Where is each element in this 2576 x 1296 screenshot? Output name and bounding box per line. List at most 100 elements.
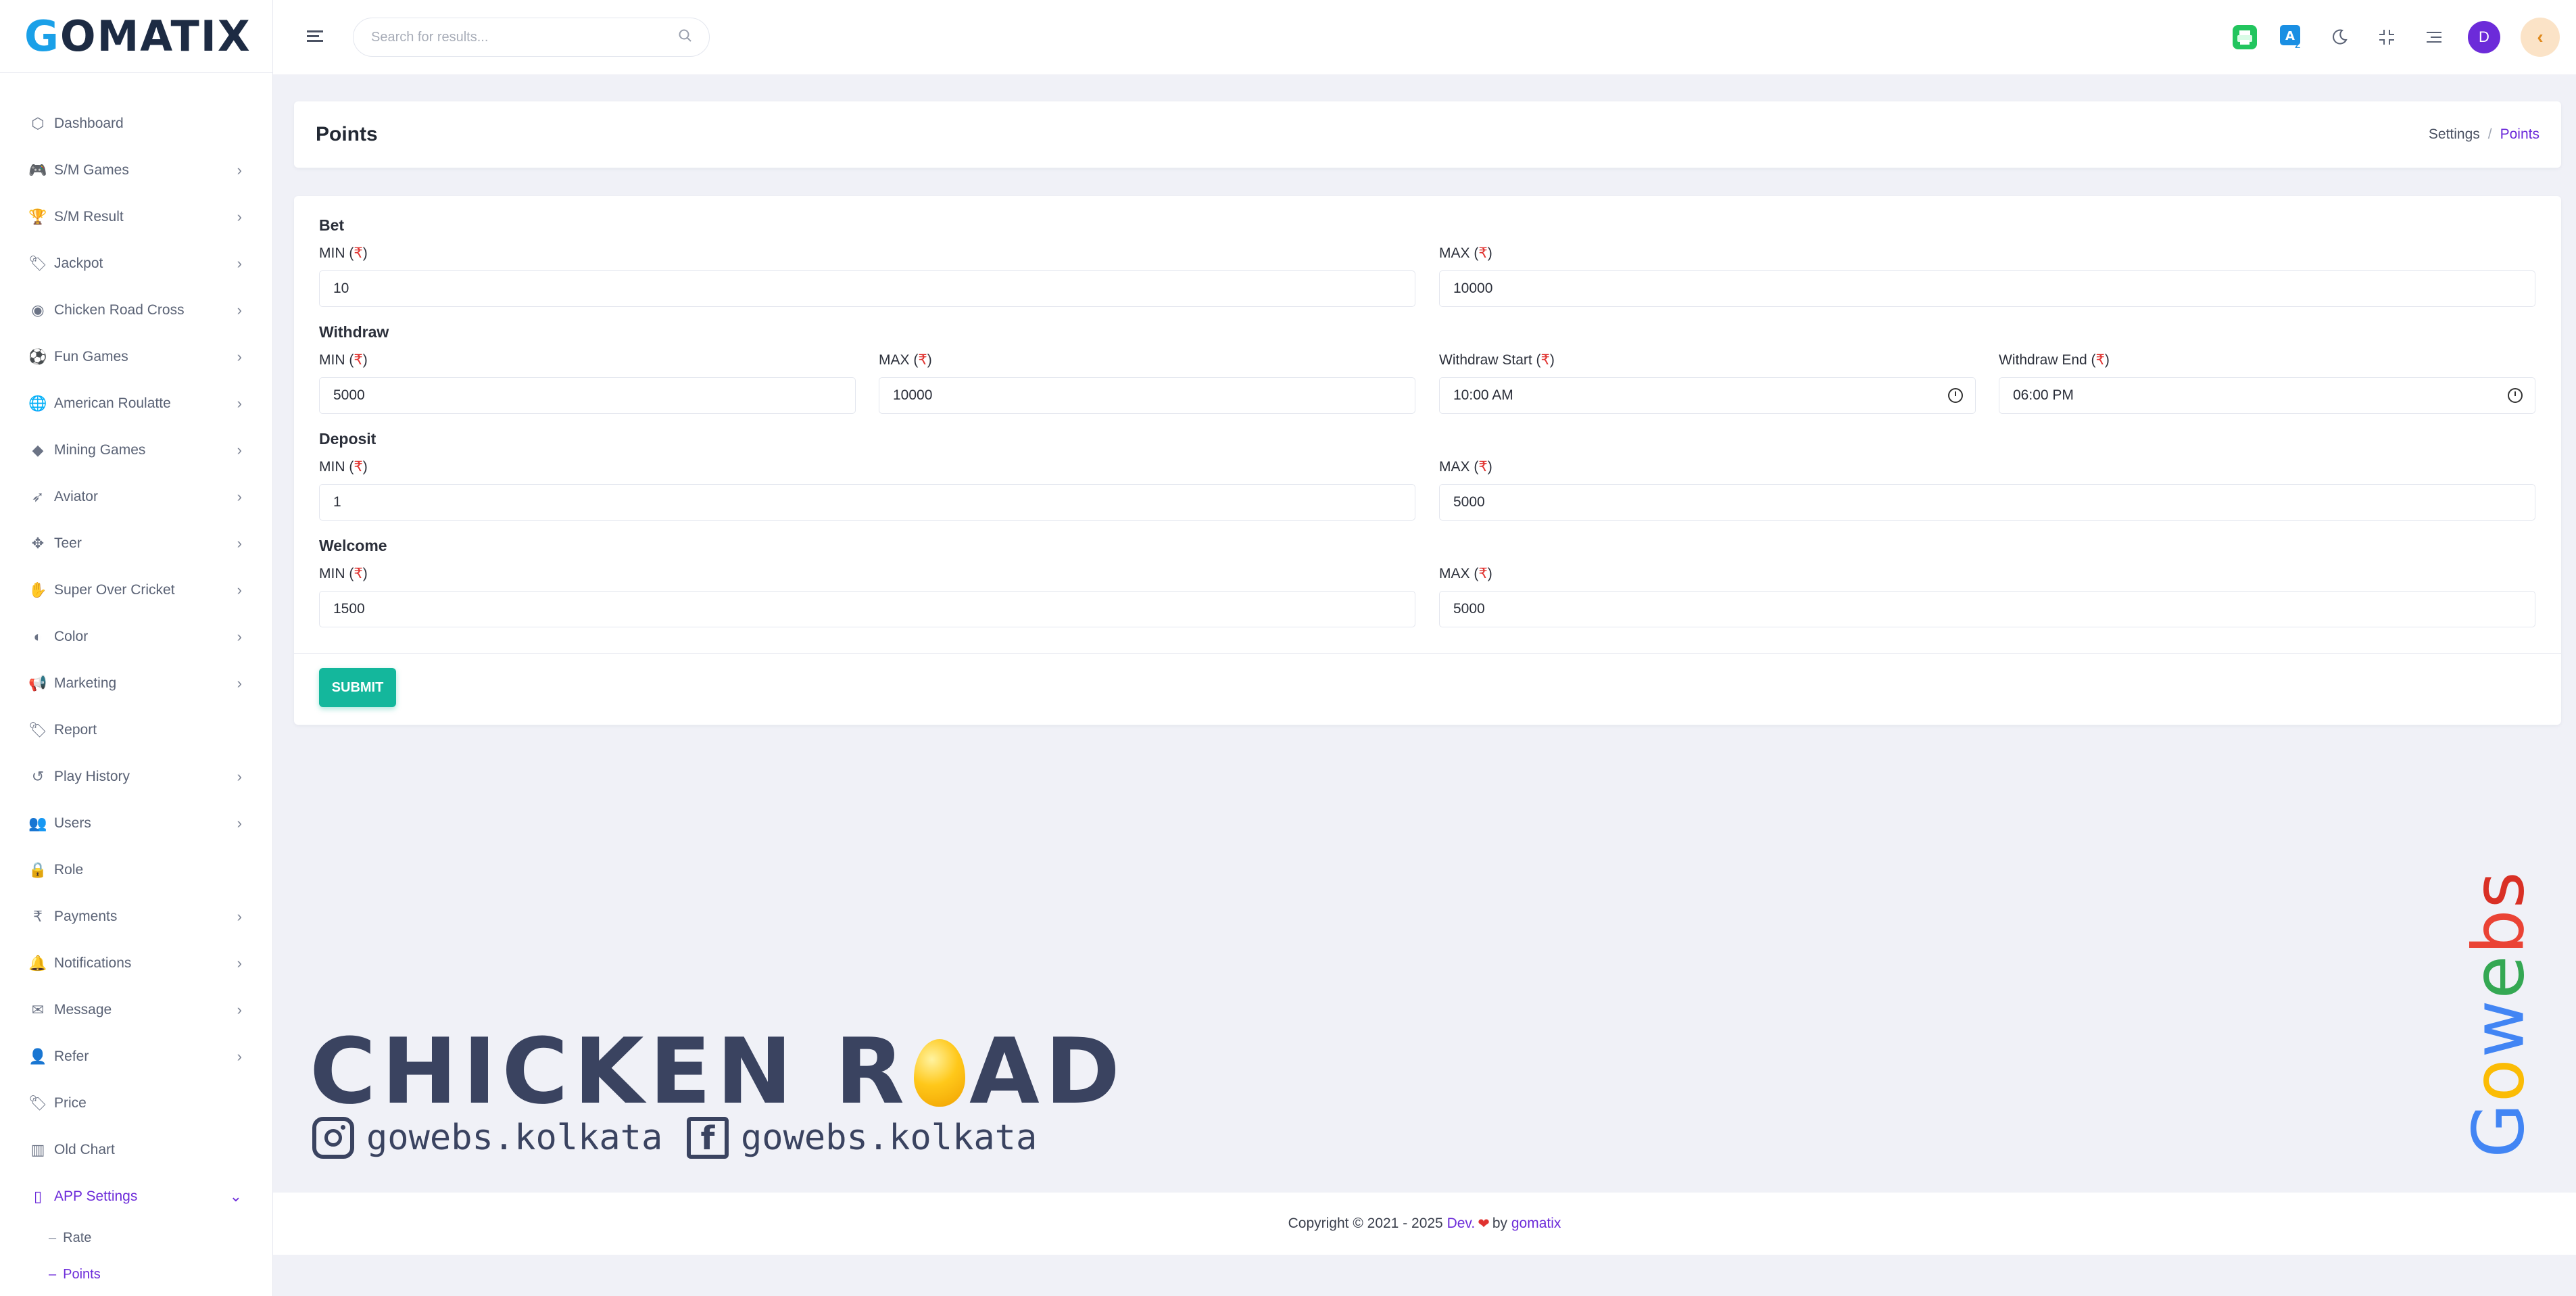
- gowebs-letter: b: [2458, 908, 2541, 955]
- translate-icon[interactable]: Az: [2279, 24, 2306, 51]
- footer-copyright: Copyright © 2021 - 2025: [1288, 1216, 1447, 1231]
- sidebar-item-label: Marketing: [54, 675, 117, 691]
- sidebar-item-report[interactable]: 🏷 Report: [0, 706, 273, 753]
- withdraw-min-input[interactable]: [332, 387, 843, 404]
- rocket-icon: ➶: [31, 487, 45, 505]
- sidebar-item-label: Play History: [54, 768, 130, 784]
- footer-dev-link[interactable]: Dev.: [1447, 1216, 1476, 1232]
- contrast-icon: ◐: [33, 627, 43, 645]
- bet-max-input[interactable]: [1452, 280, 2523, 297]
- sidebar-item-teer[interactable]: ✥ Teer ›: [0, 520, 273, 567]
- search-icon[interactable]: [678, 28, 693, 47]
- welcome-max-input[interactable]: [1452, 600, 2523, 618]
- page-header: Points Settings / Points: [294, 101, 2561, 168]
- sidebar-item-play-history[interactable]: ↺ Play History ›: [0, 753, 273, 800]
- welcome-section-title: Welcome: [319, 537, 387, 554]
- deposit-min-field: [319, 484, 1415, 521]
- sidebar-item-fun-games[interactable]: ⚽ Fun Games ›: [0, 333, 273, 380]
- sidebar-item-payments[interactable]: ₹ Payments ›: [0, 893, 273, 940]
- tag-icon: 🏷: [28, 721, 47, 738]
- deposit-min-input[interactable]: [332, 494, 1403, 511]
- sidebar-item-american-roulatte[interactable]: 🌐 American Roulatte ›: [0, 380, 273, 427]
- banner-title: CHICKEN R AD: [310, 1019, 1125, 1124]
- sidebar-item-jackpot[interactable]: 🏷 Jackpot ›: [0, 240, 273, 287]
- gowebs-letter: w: [2458, 999, 2541, 1058]
- footer: Copyright © 2021 - 2025 Dev. ❤ by gomati…: [273, 1193, 2576, 1255]
- clock-icon[interactable]: [1948, 388, 1963, 403]
- bet-min-input[interactable]: [332, 280, 1403, 297]
- search-box: [353, 18, 710, 57]
- breadcrumb-separator: /: [2487, 126, 2492, 142]
- withdraw-section-title: Withdraw: [319, 323, 389, 341]
- sidebar-item-marketing[interactable]: 📢 Marketing ›: [0, 660, 273, 706]
- search-input[interactable]: [370, 28, 678, 46]
- instagram-icon: [312, 1117, 354, 1159]
- menu-toggle-icon[interactable]: [304, 26, 326, 47]
- deposit-max-field: [1439, 484, 2535, 521]
- sidebar-item-s-m-result[interactable]: 🏆 S/M Result ›: [0, 193, 273, 240]
- avatar[interactable]: D: [2468, 21, 2500, 53]
- gowebs-logo: Gowebs: [2458, 859, 2540, 1170]
- withdraw-start-input[interactable]: [1452, 387, 1948, 404]
- mobile-icon: ▯: [33, 1187, 43, 1205]
- bet-min-label: MIN (₹): [319, 245, 368, 261]
- users-icon: 👥: [28, 814, 47, 832]
- deposit-max-input[interactable]: [1452, 494, 2523, 511]
- sidebar-item-super-over-cricket[interactable]: ✋ Super Over Cricket ›: [0, 567, 273, 613]
- sidebar-item-aviator[interactable]: ➶ Aviator ›: [0, 473, 273, 520]
- right-menu-icon[interactable]: [2421, 24, 2448, 51]
- dark-mode-icon[interactable]: [2326, 24, 2353, 51]
- welcome-min-input[interactable]: [332, 600, 1403, 618]
- sidebar-item-old-chart[interactable]: ▥ Old Chart: [0, 1126, 273, 1173]
- withdraw-min-label: MIN (₹): [319, 352, 368, 368]
- sidebar-subitem-label: Rate: [63, 1230, 92, 1245]
- rupee-icon: ₹: [33, 907, 43, 925]
- sidebar-item-message[interactable]: ✉ Message ›: [0, 986, 273, 1033]
- chevron-right-icon: ›: [237, 954, 242, 971]
- chevron-right-icon: ›: [237, 487, 242, 505]
- sidebar-item-notifications[interactable]: 🔔 Notifications ›: [0, 940, 273, 986]
- points-form: Bet MIN (₹) MAX (₹) Withdraw MIN (₹) MAX…: [294, 196, 2561, 725]
- clock-icon[interactable]: [2508, 388, 2523, 403]
- crosshair-icon: ✥: [31, 534, 45, 552]
- sidebar-item-label: Notifications: [54, 955, 132, 971]
- withdraw-end-input[interactable]: [2012, 387, 2508, 404]
- printer-icon[interactable]: [2231, 24, 2258, 51]
- sidebar-item-dashboard[interactable]: ⬡ Dashboard: [0, 100, 273, 147]
- submit-button[interactable]: SUBMIT: [319, 668, 396, 707]
- topbar-actions: Az D ‹: [2231, 18, 2560, 57]
- sidebar-item-label: Report: [54, 721, 97, 738]
- sidebar-item-mining-games[interactable]: ◆ Mining Games ›: [0, 427, 273, 473]
- sidebar-item-role[interactable]: 🔒 Role: [0, 846, 273, 893]
- withdraw-end-label: Withdraw End (₹): [1999, 352, 2110, 368]
- withdraw-max-label: MAX (₹): [879, 352, 932, 368]
- chevron-right-icon: ›: [237, 627, 242, 645]
- withdraw-max-input[interactable]: [892, 387, 1403, 404]
- sidebar-item-label: Refer: [54, 1048, 89, 1064]
- breadcrumb-settings[interactable]: Settings: [2429, 126, 2480, 142]
- logo[interactable]: GOMATIX: [0, 0, 272, 73]
- sidebar-item-app-settings[interactable]: ▯ APP Settings ⌄: [0, 1173, 273, 1220]
- gowebs-letter: G: [2458, 1102, 2541, 1158]
- deposit-min-label: MIN (₹): [319, 459, 368, 475]
- sidebar-item-label: Role: [54, 861, 84, 878]
- bet-max-label: MAX (₹): [1439, 245, 1492, 261]
- sidebar-item-price[interactable]: 🏷 Price: [0, 1080, 273, 1126]
- fullscreen-exit-icon[interactable]: [2373, 24, 2400, 51]
- sidebar-subitem-points[interactable]: – Points: [0, 1256, 273, 1293]
- sidebar-item-s-m-games[interactable]: 🎮 S/M Games ›: [0, 147, 273, 193]
- sidebar-item-label: Color: [54, 628, 89, 644]
- bet-min-field: [319, 270, 1415, 307]
- sidebar-item-color[interactable]: ◐ Color ›: [0, 613, 273, 660]
- megaphone-icon: 📢: [28, 674, 47, 692]
- chevron-right-icon: ›: [237, 1047, 242, 1065]
- breadcrumb: Settings / Points: [2429, 126, 2539, 143]
- collapse-chevron-left-icon[interactable]: ‹: [2521, 18, 2560, 57]
- sidebar-item-users[interactable]: 👥 Users ›: [0, 800, 273, 846]
- footer-company-link[interactable]: gomatix: [1511, 1216, 1561, 1232]
- sidebar-subitem-rate[interactable]: – Rate: [0, 1220, 273, 1256]
- sidebar-item-label: Aviator: [54, 488, 98, 504]
- sidebar-item-chicken-road-cross[interactable]: ◉ Chicken Road Cross ›: [0, 287, 273, 333]
- chevron-right-icon: ›: [237, 347, 242, 365]
- sidebar-item-refer[interactable]: 👤 Refer ›: [0, 1033, 273, 1080]
